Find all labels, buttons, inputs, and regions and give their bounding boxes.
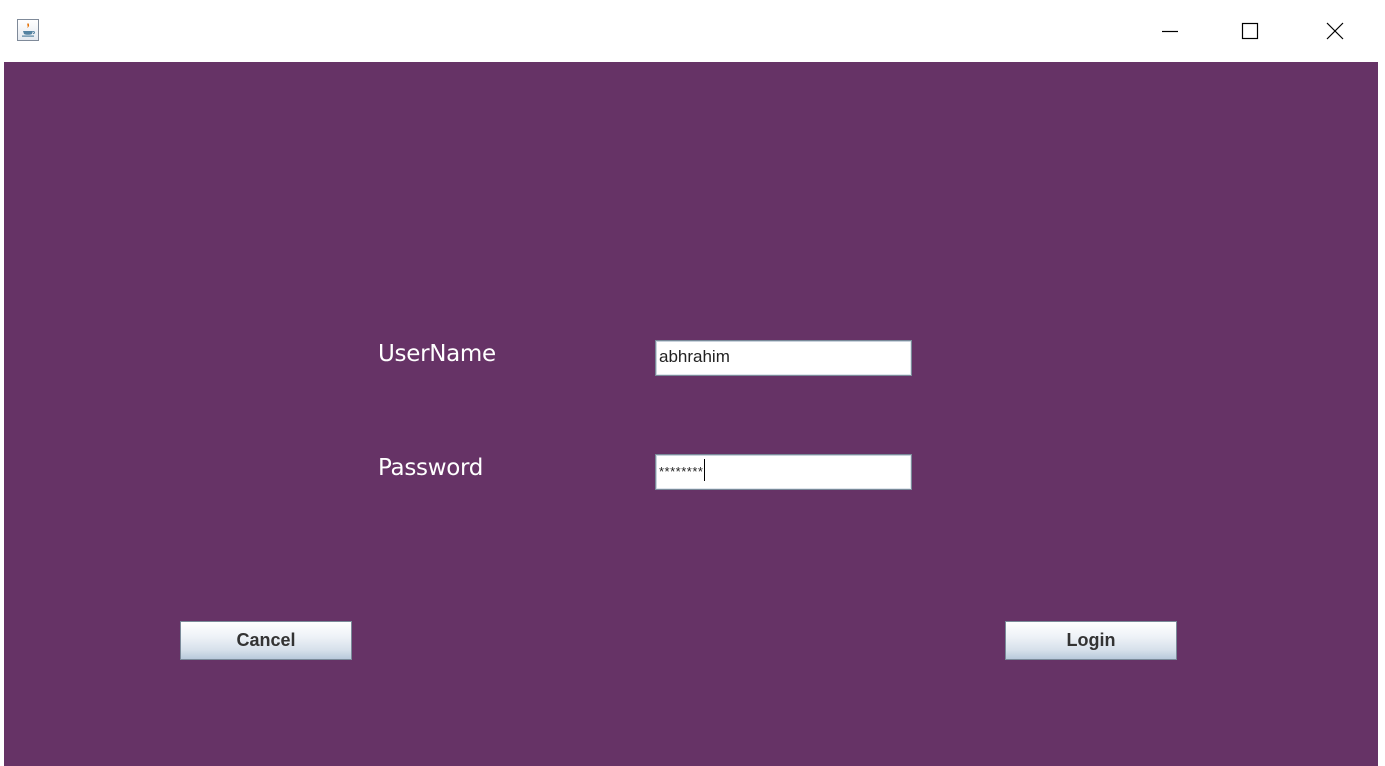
- close-icon: [1326, 22, 1344, 40]
- java-icon[interactable]: [17, 19, 39, 41]
- login-window: UserName abhrahim Password ******** Canc…: [0, 0, 1385, 766]
- maximize-button[interactable]: [1219, 0, 1281, 62]
- cancel-button[interactable]: Cancel: [180, 621, 352, 660]
- login-button[interactable]: Login: [1005, 621, 1177, 660]
- title-bar[interactable]: [0, 0, 1385, 62]
- maximize-icon: [1241, 22, 1259, 40]
- username-label: UserName: [378, 341, 496, 367]
- window-border: [1378, 62, 1385, 766]
- close-button[interactable]: [1304, 0, 1366, 62]
- username-field[interactable]: abhrahim: [655, 340, 912, 376]
- username-value: abhrahim: [659, 347, 730, 366]
- login-panel: UserName abhrahim Password ******** Canc…: [4, 62, 1378, 766]
- password-masked-value: ********: [659, 464, 704, 479]
- minimize-icon: [1162, 30, 1178, 33]
- password-label: Password: [378, 455, 484, 481]
- password-field[interactable]: ********: [655, 454, 912, 490]
- text-caret: [704, 459, 706, 482]
- minimize-button[interactable]: [1139, 0, 1201, 62]
